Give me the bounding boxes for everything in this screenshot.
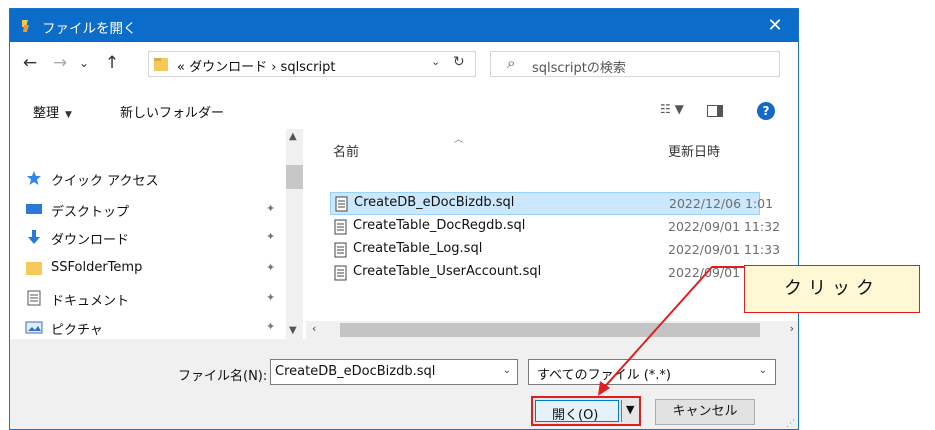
- desktop-icon: [26, 204, 42, 214]
- download-icon: [28, 230, 40, 244]
- file-modified: 2022/09/01 11:33: [668, 242, 781, 257]
- navigation-scrollbar[interactable]: ▲ ▼: [286, 129, 303, 341]
- help-icon[interactable]: ?: [757, 102, 775, 120]
- title-bar: ファイルを開く ✕: [10, 9, 798, 42]
- file-name: CreateTable_Log.sql: [353, 241, 483, 256]
- star-icon: [27, 171, 41, 185]
- sidebar-item-label: クイック アクセス: [51, 174, 159, 189]
- scrollbar-thumb[interactable]: [340, 323, 760, 337]
- chevron-down-icon[interactable]: ⌄: [503, 365, 511, 376]
- file-list-scrollbar[interactable]: ‹ ›: [306, 321, 798, 339]
- column-header-name[interactable]: 名前: [333, 141, 359, 160]
- sidebar-item-label: ドキュメント: [51, 294, 130, 309]
- open-file-dialog: ファイルを開く ✕ ← → ⌄ ↑ « ダウンロード › sqlscript ⌄…: [9, 8, 799, 430]
- sort-ascending-icon: ︿: [454, 135, 464, 145]
- file-name: CreateDB_eDocBizdb.sql: [354, 195, 515, 210]
- window-title: ファイルを開く: [42, 21, 137, 37]
- filename-label: ファイル名(N):: [178, 369, 268, 384]
- sidebar-item-label: ピクチャ: [51, 323, 103, 338]
- navigation-pane: クイック アクセス デスクトップ ✦ ダウンロード ✦ SSFolderTemp…: [10, 129, 300, 339]
- address-bar[interactable]: « ダウンロード › sqlscript ⌄ ↻: [148, 51, 476, 77]
- pin-icon[interactable]: ✦: [266, 261, 275, 274]
- cancel-button[interactable]: キャンセル: [655, 399, 755, 425]
- sidebar-item-label: SSFolderTemp: [51, 260, 143, 275]
- folder-icon: [26, 262, 42, 275]
- sql-file-icon: [335, 196, 348, 212]
- scroll-right-icon[interactable]: ›: [790, 322, 794, 335]
- scroll-left-icon[interactable]: ‹: [312, 322, 316, 335]
- forward-icon[interactable]: →: [50, 52, 70, 74]
- sql-file-icon: [334, 265, 347, 281]
- pin-icon[interactable]: ✦: [266, 320, 275, 333]
- sql-file-icon: [334, 242, 347, 258]
- document-icon: [27, 290, 41, 306]
- navigation-bar: ← → ⌄ ↑ « ダウンロード › sqlscript ⌄ ↻ ⌕ sqlsc…: [10, 42, 798, 86]
- scroll-up-icon[interactable]: ▲: [289, 131, 297, 142]
- pin-icon[interactable]: ✦: [266, 202, 275, 215]
- search-icon: ⌕: [507, 54, 516, 72]
- search-box[interactable]: ⌕ sqlscriptの検索: [490, 51, 780, 77]
- column-header-modified[interactable]: 更新日時: [668, 141, 720, 160]
- sidebar-item-label: デスクトップ: [51, 205, 130, 220]
- file-name: CreateTable_DocRegdb.sql: [353, 218, 526, 233]
- open-button-label: 開く(O): [552, 408, 599, 423]
- split-divider: [621, 400, 622, 422]
- pin-icon[interactable]: ✦: [266, 291, 275, 304]
- open-button[interactable]: 開く(O) ▼: [531, 396, 641, 426]
- file-row[interactable]: CreateTable_Log.sql 2022/09/01 11:33: [330, 239, 780, 262]
- organize-label: 整理: [33, 106, 60, 121]
- sidebar-item-documents[interactable]: ドキュメント ✦: [21, 287, 279, 311]
- sidebar-item-desktop[interactable]: デスクトップ ✦: [21, 198, 279, 222]
- breadcrumb[interactable]: « ダウンロード › sqlscript: [177, 56, 335, 75]
- pin-icon[interactable]: ✦: [266, 230, 275, 243]
- file-name: CreateTable_UserAccount.sql: [353, 264, 542, 279]
- annotation-callout: クリック: [744, 265, 920, 313]
- filename-field[interactable]: CreateDB_eDocBizdb.sql ⌄: [270, 359, 518, 385]
- sidebar-item-pictures[interactable]: ピクチャ ✦: [21, 316, 279, 340]
- new-folder-button[interactable]: 新しいフォルダー: [120, 102, 224, 121]
- file-modified: 2022/09/01 11:32: [668, 219, 781, 234]
- filetype-value: すべてのファイル (*.*): [537, 368, 671, 383]
- close-button[interactable]: ✕: [752, 9, 798, 42]
- sidebar-item-label: ダウンロード: [51, 233, 130, 248]
- folder-icon: [154, 58, 168, 71]
- file-row[interactable]: CreateDB_eDocBizdb.sql 2022/12/06 1:01: [330, 192, 773, 215]
- file-row[interactable]: CreateTable_DocRegdb.sql 2022/09/01 11:3…: [330, 216, 780, 239]
- scrollbar-thumb[interactable]: [286, 165, 303, 189]
- open-options-arrow-icon[interactable]: ▼: [626, 403, 634, 416]
- toolbar: 整理 ▼ 新しいフォルダー ☷ ▼ ?: [10, 93, 798, 129]
- file-modified: 2022/12/06 1:01: [669, 196, 774, 211]
- sidebar-item-quick-access[interactable]: クイック アクセス: [21, 167, 279, 191]
- app-icon: [22, 20, 29, 32]
- caret-down-icon: ▼: [65, 110, 72, 120]
- preview-pane-icon[interactable]: [707, 105, 723, 117]
- open-button-face[interactable]: 開く(O): [535, 400, 619, 423]
- up-icon[interactable]: ↑: [102, 52, 122, 74]
- filename-value: CreateDB_eDocBizdb.sql: [275, 364, 436, 379]
- view-options-icon[interactable]: ☷ ▼: [660, 102, 684, 116]
- file-row[interactable]: CreateTable_UserAccount.sql 2022/09/01: [330, 262, 760, 285]
- sidebar-item-downloads[interactable]: ダウンロード ✦: [21, 226, 279, 250]
- chevron-down-icon: ⌄: [758, 365, 767, 376]
- recent-locations-icon[interactable]: ⌄: [74, 52, 94, 74]
- file-modified: 2022/09/01: [668, 265, 741, 280]
- file-list: 名前 ︿ 更新日時 CreateDB_eDocBizdb.sql 2022/12…: [306, 129, 798, 339]
- sidebar-item-ssfoldertemp[interactable]: SSFolderTemp ✦: [21, 257, 279, 281]
- filetype-select[interactable]: すべてのファイル (*.*) ⌄: [528, 359, 776, 385]
- sql-file-icon: [334, 219, 347, 235]
- dialog-footer: ファイル名(N): CreateDB_eDocBizdb.sql ⌄ すべてのフ…: [10, 339, 798, 429]
- resize-grip-icon[interactable]: ⋰: [786, 419, 795, 429]
- address-dropdown-icon[interactable]: ⌄: [431, 55, 440, 68]
- organize-menu[interactable]: 整理 ▼: [33, 102, 72, 121]
- refresh-icon[interactable]: ↻: [453, 54, 465, 70]
- scroll-down-icon[interactable]: ▼: [289, 325, 297, 336]
- search-placeholder: sqlscriptの検索: [532, 61, 626, 76]
- back-icon[interactable]: ←: [20, 52, 40, 74]
- pictures-icon: [25, 321, 43, 334]
